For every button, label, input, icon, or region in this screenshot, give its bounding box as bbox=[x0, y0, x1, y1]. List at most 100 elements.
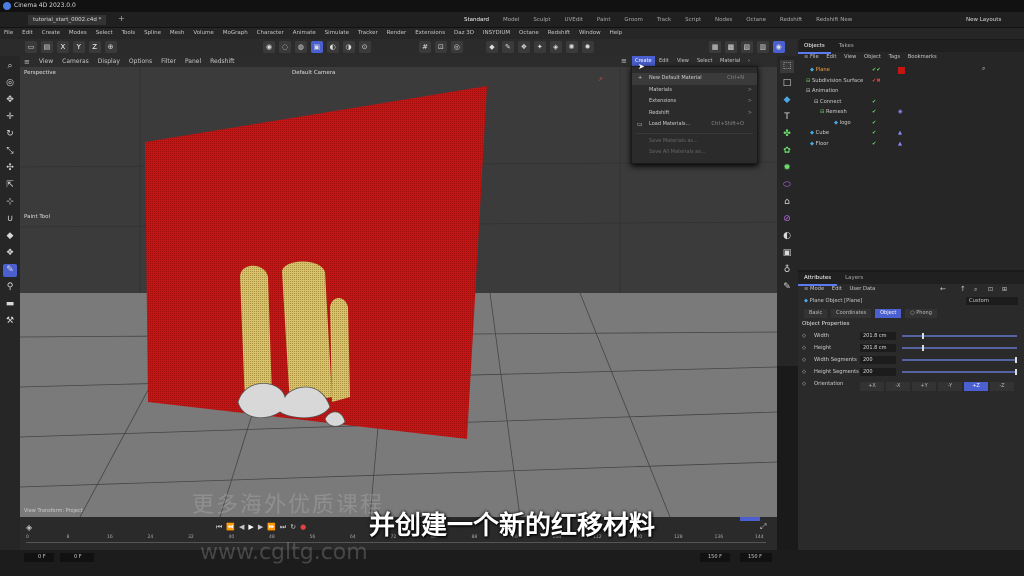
render-picture-viewer-icon[interactable]: ▩ bbox=[724, 41, 737, 53]
menu-daz3d[interactable]: Daz 3D bbox=[454, 30, 474, 36]
material-menu-icon[interactable]: ≡ bbox=[621, 56, 627, 67]
objects-menu-bookmarks[interactable]: Bookmarks bbox=[908, 54, 937, 60]
orientation-button-2[interactable]: +Y bbox=[912, 382, 936, 391]
orientation-button-4[interactable]: +Z bbox=[964, 382, 988, 391]
tag-icon[interactable]: ◉ bbox=[898, 107, 903, 118]
end-frame-field[interactable]: 150 F bbox=[740, 553, 772, 562]
paint-brush-icon[interactable]: ✎ bbox=[3, 264, 17, 277]
eraser-icon[interactable]: ▬ bbox=[3, 298, 17, 311]
menu-item-save-materials[interactable]: Save Materials as... bbox=[632, 136, 757, 148]
extrude-icon[interactable]: ⇱ bbox=[3, 179, 17, 192]
grid-snap-icon[interactable]: # bbox=[419, 41, 431, 53]
attributes-menu-edit[interactable]: Edit bbox=[832, 286, 842, 292]
texture-mode-icon[interactable]: ◑ bbox=[342, 41, 355, 53]
tag-icon[interactable]: ▲ bbox=[898, 139, 902, 150]
rotate-icon[interactable]: ↻ bbox=[3, 128, 17, 141]
tree-item-remesh[interactable]: ⊟ Remesh ✔ ◉ bbox=[798, 107, 1024, 118]
generator-icon[interactable]: ❖ bbox=[517, 41, 530, 53]
axis-x-button[interactable]: X bbox=[56, 41, 69, 53]
model-mode-icon[interactable]: ◉ bbox=[263, 41, 275, 53]
disabled-x-icon[interactable]: ✔✖ bbox=[872, 76, 881, 87]
tree-item-subdivision-surface[interactable]: ⊟ Subdivision Surface ✔✖ bbox=[798, 76, 1024, 87]
render-view-icon[interactable]: ▦ bbox=[709, 41, 721, 53]
workplane-icon[interactable]: ◎ bbox=[450, 41, 463, 53]
menu-edit[interactable]: Edit bbox=[22, 30, 33, 36]
magnet-icon[interactable]: ∪ bbox=[3, 213, 17, 226]
layout-tab-sculpt[interactable]: Sculpt bbox=[527, 12, 556, 28]
next-key-icon[interactable]: ⏩ bbox=[267, 523, 280, 531]
start-frame-field[interactable]: 0 F bbox=[24, 553, 54, 562]
environment-icon[interactable]: ◐ bbox=[780, 230, 794, 243]
edge-mode-icon[interactable]: ◍ bbox=[294, 41, 307, 53]
expand-icon[interactable]: ⤢ bbox=[760, 522, 766, 532]
height-segments-slider[interactable] bbox=[902, 369, 1017, 375]
menu-insydium[interactable]: INSYDIUM bbox=[483, 30, 510, 36]
layout-tab-uvedit[interactable]: UVEdit bbox=[559, 12, 589, 28]
width-slider-knob[interactable] bbox=[922, 333, 925, 339]
camera-object-icon[interactable]: ▣ bbox=[780, 247, 794, 260]
menu-tools[interactable]: Tools bbox=[122, 30, 136, 36]
orientation-button-0[interactable]: +X bbox=[860, 382, 884, 391]
menu-tracker[interactable]: Tracker bbox=[358, 30, 378, 36]
viewport-menu-icon[interactable]: ≡ bbox=[24, 58, 30, 66]
viewport-menu-display[interactable]: Display bbox=[98, 58, 120, 65]
menu-item-redshift[interactable]: Redshift > bbox=[632, 108, 757, 120]
undo-icon[interactable]: ▭ bbox=[25, 41, 37, 53]
move-icon[interactable]: ✛ bbox=[3, 111, 17, 124]
menu-create[interactable]: Create bbox=[42, 30, 60, 36]
width-slider[interactable] bbox=[902, 333, 1017, 339]
menu-octane[interactable]: Octane bbox=[519, 30, 539, 36]
height-slider-knob[interactable] bbox=[922, 345, 925, 351]
select-tool-icon[interactable]: ✥ bbox=[3, 94, 17, 107]
tag-icon[interactable]: ▲ bbox=[898, 128, 902, 139]
menu-animate[interactable]: Animate bbox=[293, 30, 316, 36]
subtab-basic[interactable]: Basic bbox=[804, 309, 828, 318]
coordinate-system-icon[interactable]: ⊕ bbox=[104, 41, 117, 53]
lock-icon[interactable]: ⊡ bbox=[988, 284, 993, 295]
prev-key-icon[interactable]: ⏪ bbox=[226, 523, 239, 531]
menu-volume[interactable]: Volume bbox=[193, 30, 213, 36]
orientation-button-1[interactable]: -X bbox=[886, 382, 910, 391]
menu-extensions[interactable]: Extensions bbox=[415, 30, 445, 36]
pen-tool-icon[interactable]: ✎ bbox=[780, 281, 794, 294]
light-object-icon[interactable]: ♁ bbox=[780, 264, 794, 277]
menu-item-load-materials[interactable]: ▭ Load Materials... Ctrl+Shift+O bbox=[632, 119, 757, 131]
texture-paint-icon[interactable]: ❖ bbox=[3, 247, 17, 260]
menu-render[interactable]: Render bbox=[387, 30, 407, 36]
deformer-icon[interactable]: ✦ bbox=[533, 41, 546, 53]
new-tab-button[interactable]: + bbox=[118, 14, 125, 23]
viewport-menu-options[interactable]: Options bbox=[129, 58, 152, 65]
play-icon[interactable]: ▶ bbox=[248, 523, 257, 531]
visible-check-icon[interactable]: ✔ bbox=[872, 139, 876, 150]
tree-item-connect[interactable]: ⊟ Connect ✔ bbox=[798, 97, 1024, 108]
go-to-end-icon[interactable]: ⏭ bbox=[280, 523, 290, 531]
tab-layers[interactable]: Layers bbox=[839, 272, 869, 284]
min-frame-field[interactable]: 0 F bbox=[60, 553, 94, 562]
camera-label[interactable]: Default Camera bbox=[292, 70, 335, 76]
menu-character[interactable]: Character bbox=[257, 30, 284, 36]
record-icon[interactable]: ● bbox=[300, 523, 310, 531]
tree-item-plane[interactable]: ◆ Plane ✔✔ bbox=[798, 65, 1024, 76]
null-object-icon[interactable]: ⌂ bbox=[780, 196, 794, 209]
go-to-start-icon[interactable]: ⏮ bbox=[216, 523, 226, 531]
viewport-menu-redshift[interactable]: Redshift bbox=[210, 58, 234, 65]
viewport-menu-view[interactable]: View bbox=[39, 58, 53, 65]
menu-item-materials[interactable]: Materials > bbox=[632, 85, 757, 97]
text-icon[interactable]: T bbox=[780, 111, 794, 124]
spline-pen-icon[interactable]: ✎ bbox=[501, 41, 514, 53]
width-segments-slider[interactable] bbox=[902, 357, 1017, 363]
subtab-phong[interactable]: ○ Phong bbox=[905, 309, 937, 318]
material-tag-icon[interactable] bbox=[898, 67, 905, 74]
keyframe-diamond-icon[interactable]: ◈ bbox=[26, 523, 32, 532]
live-selection-icon[interactable]: ◎ bbox=[3, 77, 17, 90]
objects-menu-view[interactable]: View bbox=[844, 54, 856, 60]
menu-file[interactable]: File bbox=[4, 30, 13, 36]
visible-check-icon[interactable]: ✔✔ bbox=[872, 65, 881, 76]
objects-menu-edit[interactable]: Edit bbox=[826, 54, 836, 60]
keyframe-diamond-icon[interactable]: ◇ bbox=[802, 354, 806, 366]
spline-rect-icon[interactable]: □ bbox=[780, 77, 794, 90]
back-arrow-icon[interactable]: ← bbox=[940, 284, 946, 295]
layout-tab-redshift-new[interactable]: Redshift New bbox=[810, 12, 858, 28]
deformer-purple-icon[interactable]: ⬭ bbox=[780, 179, 794, 192]
menu-help[interactable]: Help bbox=[610, 30, 623, 36]
